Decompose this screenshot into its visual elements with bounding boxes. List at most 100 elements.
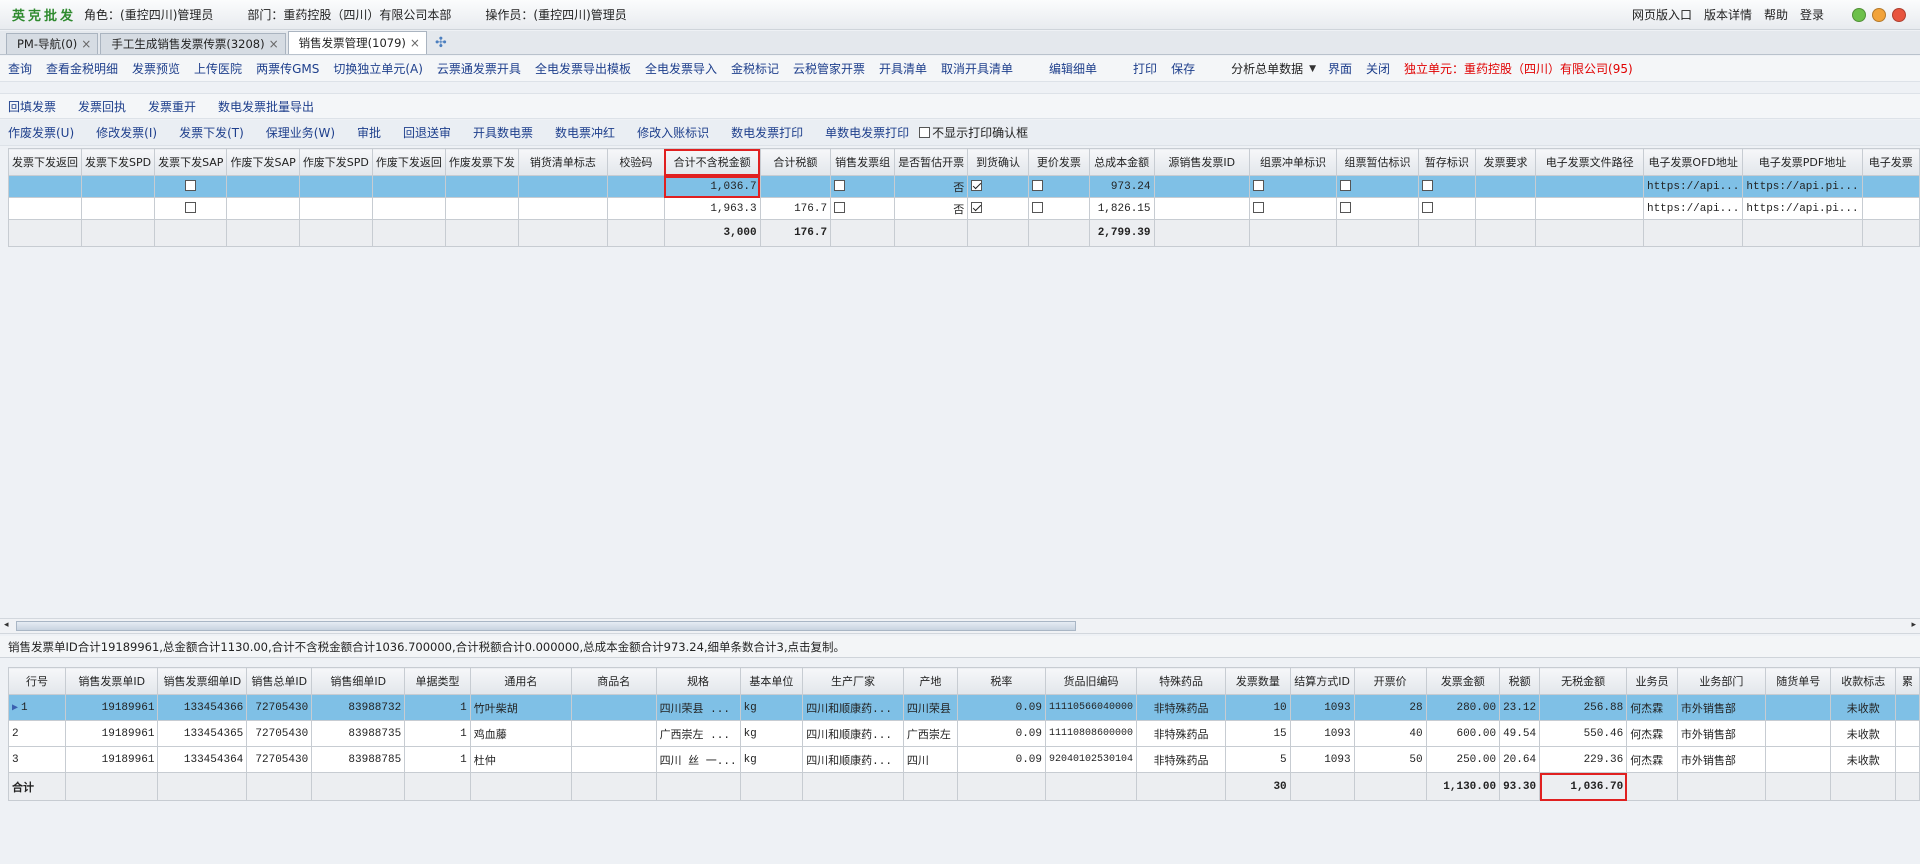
scroll-right-icon[interactable]: ▸: [1911, 620, 1916, 630]
unit-cell[interactable]: kg: [739, 694, 804, 721]
special-drug-cell[interactable]: 非特殊药品: [1136, 720, 1227, 747]
close-window-icon[interactable]: [1892, 7, 1906, 22]
department-cell[interactable]: 市外销售部: [1676, 720, 1766, 747]
delivery-no-cell[interactable]: [1764, 694, 1832, 721]
settle-id-cell[interactable]: 1093: [1289, 720, 1355, 747]
department-cell[interactable]: 市外销售部: [1676, 694, 1766, 721]
col-header[interactable]: 作废发票下发: [444, 148, 519, 176]
summary-status[interactable]: 销售发票单ID合计19189961,总金额合计1130.00,合计不含税金额合计…: [0, 636, 1920, 658]
unit-cell[interactable]: kg: [739, 746, 804, 773]
login-link[interactable]: 登录: [1800, 6, 1824, 23]
menu-save[interactable]: 保存: [1171, 60, 1195, 77]
delivery-no-cell[interactable]: [1764, 746, 1832, 773]
col-header[interactable]: 发票下发SPD: [80, 148, 156, 176]
minimize-icon[interactable]: [1852, 7, 1866, 22]
menu-batch-export[interactable]: 数电发票批量导出: [218, 98, 314, 115]
menu-interface[interactable]: 界面: [1328, 60, 1352, 77]
menu-cloud-invoice[interactable]: 云票通发票开具: [437, 60, 521, 77]
cost-cell[interactable]: 973.24: [1088, 175, 1155, 198]
row-no-cell[interactable]: ▶ 1: [7, 694, 67, 721]
menu-single-e-invoice-print[interactable]: 单数电发票打印: [825, 124, 909, 141]
generic-name-cell[interactable]: 鸡血藤: [469, 720, 573, 747]
col-header[interactable]: 业务员: [1626, 667, 1678, 695]
old-code-cell[interactable]: 11110566040000: [1044, 694, 1138, 721]
col-header[interactable]: 总成本金额: [1088, 148, 1155, 176]
menu-approve[interactable]: 审批: [357, 124, 381, 141]
invoice-amount-cell[interactable]: 280.00: [1425, 694, 1501, 721]
pdf-url-cell[interactable]: https://api.pi...: [1742, 175, 1863, 198]
col-header[interactable]: 到货确认: [967, 148, 1029, 176]
col-header[interactable]: 随货单号: [1764, 667, 1832, 695]
order-detail-id-cell[interactable]: 83988785: [311, 746, 406, 773]
col-header[interactable]: 商品名: [571, 667, 657, 695]
invoice-id-cell[interactable]: 19189961: [65, 694, 159, 721]
old-code-cell[interactable]: 11110808600000: [1044, 720, 1138, 747]
col-header[interactable]: 通用名: [469, 667, 573, 695]
col-header[interactable]: 产地: [902, 667, 958, 695]
col-header[interactable]: 发票金额: [1425, 667, 1501, 695]
close-icon[interactable]: ×: [410, 34, 420, 53]
receipt-flag-cell[interactable]: 未收款: [1830, 720, 1897, 747]
menu-upload-hospital[interactable]: 上传医院: [194, 60, 242, 77]
qty-cell[interactable]: 15: [1225, 720, 1291, 747]
menu-return-review[interactable]: 回退送审: [403, 124, 451, 141]
menu-cancel-list[interactable]: 取消开具清单: [941, 60, 1013, 77]
tax-cell[interactable]: 176.7: [759, 197, 832, 220]
table-row[interactable]: 1,963.3 176.7 否 1,826.15 https://api... …: [8, 197, 1920, 220]
col-header[interactable]: 源销售发票ID: [1153, 148, 1251, 176]
invoice-detail-id-cell[interactable]: 133454366: [157, 694, 248, 721]
menu-two-invoice-gms[interactable]: 两票传GMS: [256, 60, 319, 77]
col-header[interactable]: 电子发票: [1861, 148, 1920, 176]
menu-e-invoice-red[interactable]: 数电票冲红: [555, 124, 615, 141]
special-drug-cell[interactable]: 非特殊药品: [1136, 746, 1227, 773]
unit-price-cell[interactable]: 40: [1353, 720, 1427, 747]
col-header[interactable]: 销售发票细单ID: [157, 667, 248, 695]
menu-issue-e-invoice[interactable]: 开具数电票: [473, 124, 533, 141]
product-name-cell[interactable]: [571, 720, 657, 747]
no-tax-amount-cell[interactable]: 229.36: [1539, 746, 1628, 773]
issue-sap-checkbox[interactable]: [185, 180, 197, 192]
col-header[interactable]: 行号: [7, 667, 67, 695]
col-header[interactable]: 特殊药品: [1136, 667, 1227, 695]
menu-print[interactable]: 打印: [1133, 60, 1157, 77]
tab-manual-invoice[interactable]: 手工生成销售发票传票(3208) ×: [100, 33, 286, 54]
order-detail-id-cell[interactable]: 83988732: [311, 694, 406, 721]
spec-cell[interactable]: 四川荣县 ...: [655, 694, 741, 721]
tax-rate-cell[interactable]: 0.09: [956, 694, 1047, 721]
product-name-cell[interactable]: [571, 694, 657, 721]
menu-cloud-tax[interactable]: 云税管家开票: [793, 60, 865, 77]
col-header[interactable]: 发票数量: [1225, 667, 1291, 695]
issue-sap-checkbox[interactable]: [185, 202, 197, 214]
col-header[interactable]: 累: [1895, 667, 1920, 695]
product-name-cell[interactable]: [571, 746, 657, 773]
no-tax-amount-cell[interactable]: 550.46: [1539, 720, 1628, 747]
col-header[interactable]: 作废下发SPD: [298, 148, 373, 176]
cost-cell[interactable]: 1,826.15: [1088, 197, 1155, 220]
order-detail-id-cell[interactable]: 83988735: [311, 720, 406, 747]
version-link[interactable]: 版本详情: [1704, 6, 1752, 23]
table-row[interactable]: 1,036.7 否 973.24 https://api... https://…: [8, 175, 1920, 198]
col-header[interactable]: 合计税额: [759, 148, 832, 176]
col-header[interactable]: 暂存标识: [1418, 148, 1476, 176]
salesman-cell[interactable]: 何杰霖: [1626, 694, 1678, 721]
add-tab-icon[interactable]: ✣: [435, 32, 447, 54]
group-offset-checkbox[interactable]: [1253, 180, 1265, 192]
col-header[interactable]: 电子发票OFD地址: [1642, 148, 1744, 176]
manufacturer-cell[interactable]: 四川和顺康药...: [802, 720, 904, 747]
menu-invoice-receipt[interactable]: 发票回执: [78, 98, 126, 115]
temp-store-checkbox[interactable]: [1422, 202, 1434, 214]
col-header[interactable]: 销售发票单ID: [65, 667, 159, 695]
doc-type-cell[interactable]: 1: [404, 694, 471, 721]
tax-cell[interactable]: [759, 175, 832, 198]
spec-cell[interactable]: 广西崇左 ...: [655, 720, 741, 747]
menu-backfill-invoice[interactable]: 回填发票: [8, 98, 56, 115]
doc-type-cell[interactable]: 1: [404, 720, 471, 747]
col-header[interactable]: 收款标志: [1830, 667, 1897, 695]
menu-modify-invoice[interactable]: 修改发票(I): [96, 124, 157, 141]
tax-rate-cell[interactable]: 0.09: [956, 720, 1047, 747]
help-link[interactable]: 帮助: [1764, 6, 1788, 23]
close-icon[interactable]: ×: [269, 35, 279, 54]
tab-pm-nav[interactable]: PM-导航(0) ×: [6, 33, 99, 54]
invoice-id-cell[interactable]: 19189961: [65, 746, 159, 773]
delivery-no-cell[interactable]: [1764, 720, 1832, 747]
